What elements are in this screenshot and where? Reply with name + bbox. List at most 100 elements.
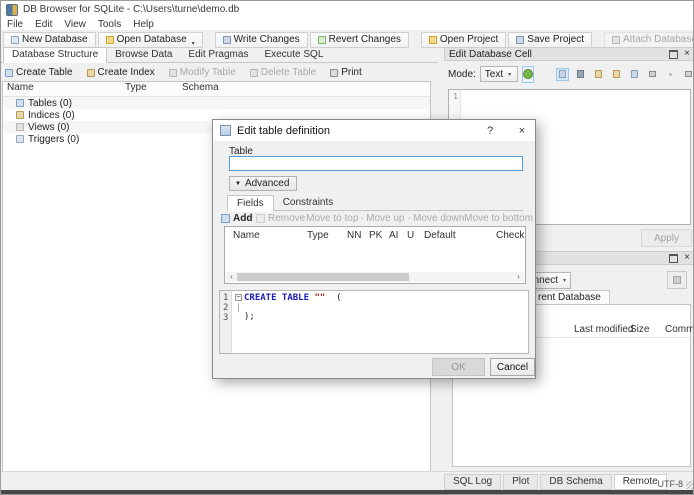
column-header-size[interactable]: Size xyxy=(630,324,649,335)
tab-db-schema[interactable]: DB Schema xyxy=(540,474,612,490)
scrollbar-thumb[interactable] xyxy=(237,273,409,281)
remote-action-button[interactable] xyxy=(667,271,687,289)
binary-mode-icon[interactable] xyxy=(574,68,587,81)
views-icon xyxy=(16,123,24,131)
mode-select-caret: ▾ xyxy=(508,71,512,78)
menu-item-file[interactable]: File xyxy=(1,19,29,30)
tables-icon xyxy=(16,99,24,107)
advanced-toggle-button[interactable]: ▼ Advanced xyxy=(229,176,298,191)
new-database-button[interactable]: New Database xyxy=(3,31,96,48)
menu-bar: File Edit View Tools Help xyxy=(1,18,693,31)
fields-column-check[interactable]: Check xyxy=(496,230,524,241)
cancel-button[interactable]: Cancel xyxy=(490,358,535,376)
table-name-input[interactable] xyxy=(229,156,523,171)
import-data-icon[interactable] xyxy=(592,68,605,81)
scroll-left-arrow[interactable]: ‹ xyxy=(226,272,237,282)
column-header-schema[interactable]: Schema xyxy=(182,82,430,96)
add-field-icon xyxy=(221,214,230,223)
column-header-type[interactable]: Type xyxy=(125,82,182,96)
move-down-label: Move down xyxy=(413,213,465,224)
fields-column-name[interactable]: Name xyxy=(233,230,260,241)
mode-select[interactable]: Text ▾ xyxy=(479,66,518,82)
tab-fields[interactable]: Fields xyxy=(227,195,274,212)
dialog-close-button[interactable]: × xyxy=(509,120,535,141)
save-as-icon[interactable] xyxy=(628,68,641,81)
create-index-button[interactable]: Create Index xyxy=(86,67,155,78)
green-circle-icon xyxy=(522,69,533,79)
dialog-title-bar: Edit table definition ? × xyxy=(213,120,535,141)
attach-database-icon xyxy=(611,35,620,44)
horizontal-scrollbar[interactable]: ‹ › xyxy=(226,272,524,282)
tab-database-structure[interactable]: Database Structure xyxy=(3,47,108,63)
tab-constraints[interactable]: Constraints xyxy=(274,195,343,210)
open-database-button[interactable]: Open Database ▾ xyxy=(97,31,203,48)
close-panel-icon[interactable]: × xyxy=(684,49,690,59)
fold-marker-icon[interactable]: − xyxy=(235,294,242,301)
fields-column-nn[interactable]: NN xyxy=(347,230,361,241)
app-icon xyxy=(6,3,18,16)
window-bottom-edge xyxy=(1,490,693,494)
mode-value: Text xyxy=(484,68,504,80)
dialog-icon xyxy=(220,125,231,136)
add-field-button[interactable]: Add xyxy=(221,213,252,224)
fields-column-pk[interactable]: PK xyxy=(369,230,382,241)
tab-execute-sql[interactable]: Execute SQL xyxy=(256,48,331,62)
tab-sql-log[interactable]: SQL Log xyxy=(444,474,502,490)
fields-column-type[interactable]: Type xyxy=(307,230,329,241)
sql-preview-editor[interactable]: 1 2 3 − CREATE TABLE "" ( ); xyxy=(219,290,529,354)
resize-grip[interactable] xyxy=(686,481,693,489)
menu-item-tools[interactable]: Tools xyxy=(92,19,127,30)
tab-edit-pragmas[interactable]: Edit Pragmas xyxy=(180,48,256,62)
write-changes-button[interactable]: Write Changes xyxy=(214,31,308,48)
menu-item-edit[interactable]: Edit xyxy=(29,19,58,30)
print-button[interactable]: Print xyxy=(330,67,362,78)
column-header-last-modified[interactable]: Last modified xyxy=(574,324,633,335)
fields-toolbar: Add Remove ▪ Move to top ▪ Move up ▪ Mov… xyxy=(213,213,537,226)
fields-column-default[interactable]: Default xyxy=(424,230,456,241)
column-header-name[interactable]: Name xyxy=(3,82,125,96)
panel-header: Edit Database Cell × xyxy=(444,47,693,61)
open-database-dropdown-caret[interactable]: ▾ xyxy=(192,40,195,47)
dialog-tab-bar: Fields Constraints xyxy=(227,195,523,212)
structure-toolbar: Create Table Create Index Modify Table D… xyxy=(1,64,438,81)
sql-table-name: "" xyxy=(314,293,326,303)
sql-code[interactable]: − CREATE TABLE "" ( ); xyxy=(232,291,342,353)
tab-plot[interactable]: Plot xyxy=(503,474,539,490)
remove-field-icon xyxy=(256,214,265,223)
menu-item-help[interactable]: Help xyxy=(127,19,160,30)
cell-controls: Mode: Text ▾ xyxy=(444,64,693,84)
save-project-button[interactable]: Save Project xyxy=(508,31,592,48)
menu-item-view[interactable]: View xyxy=(58,19,92,30)
attach-database-button: Attach Database xyxy=(603,31,693,48)
close-panel-icon[interactable]: × xyxy=(684,253,690,263)
create-table-button[interactable]: Create Table xyxy=(5,67,73,78)
advanced-label: Advanced xyxy=(244,178,290,189)
open-project-button[interactable]: Open Project xyxy=(420,31,507,48)
fullscreen-icon[interactable] xyxy=(646,68,659,81)
remove-field-button: Remove xyxy=(256,213,305,224)
dialog-help-button[interactable]: ? xyxy=(477,120,503,141)
scroll-right-arrow[interactable]: › xyxy=(513,272,524,282)
export-data-icon[interactable] xyxy=(610,68,623,81)
float-panel-icon[interactable] xyxy=(669,253,679,263)
tree-item-tables[interactable]: Tables (0) xyxy=(3,97,430,109)
fields-column-ai[interactable]: AI xyxy=(389,230,398,241)
move-to-top-icon: ▪ xyxy=(301,215,304,222)
fields-table: Name Type NN PK AI U Default Check ‹ › xyxy=(224,226,526,284)
open-database-label: Open Database xyxy=(116,34,187,45)
column-header-commit[interactable]: Comm xyxy=(665,324,693,335)
dock-tab-bar: SQL Log Plot DB Schema Remote xyxy=(444,474,667,490)
apply-mode-button[interactable] xyxy=(521,65,534,83)
triggers-icon xyxy=(16,135,24,143)
fields-column-u[interactable]: U xyxy=(407,230,414,241)
float-panel-icon[interactable] xyxy=(669,49,679,59)
print-cell-icon[interactable] xyxy=(682,68,693,81)
main-tab-bar: Database Structure Browse Data Edit Prag… xyxy=(1,47,438,63)
edit-table-definition-dialog: Edit table definition ? × Table ▼ Advanc… xyxy=(212,119,536,379)
separator-dot-icon xyxy=(664,68,677,81)
revert-changes-button[interactable]: Revert Changes xyxy=(309,31,409,48)
tab-browse-data[interactable]: Browse Data xyxy=(107,48,180,62)
modify-table-label: Modify Table xyxy=(179,67,236,78)
text-mode-icon[interactable] xyxy=(556,67,569,81)
delete-table-icon xyxy=(249,68,258,77)
